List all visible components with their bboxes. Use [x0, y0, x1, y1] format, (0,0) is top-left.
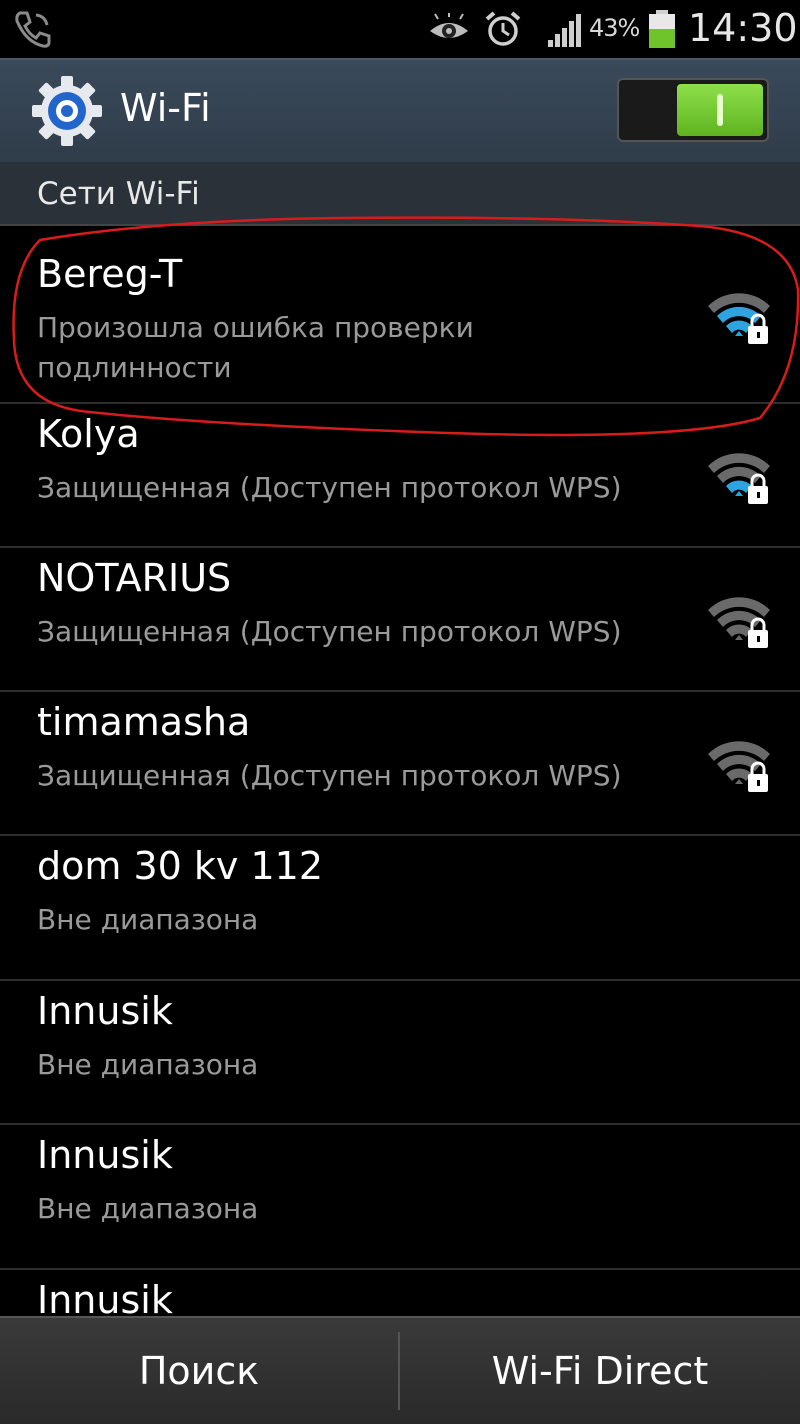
network-status: Вне диапазона	[37, 903, 259, 936]
status-bar: 43% 14:30	[0, 0, 800, 58]
bottom-bar: Поиск Wi-Fi Direct	[0, 1316, 800, 1424]
network-status: Вне диапазона	[37, 1192, 259, 1225]
network-status: Защищенная (Доступен протокол WPS)	[37, 615, 622, 648]
network-item-innusik[interactable]: Innusik Вне диапазона	[0, 1125, 800, 1270]
network-item-innusik[interactable]: Innusik Вне диапазона	[0, 981, 800, 1125]
network-status: Вне диапазона	[37, 1048, 259, 1081]
page-title: Wi-Fi	[120, 86, 211, 130]
section-title: Сети Wi-Fi	[37, 176, 200, 212]
signal-icon	[548, 14, 581, 47]
clock: 14:30	[688, 6, 798, 50]
wifi-toggle[interactable]	[617, 78, 769, 142]
wifi-locked-icon	[708, 293, 770, 344]
network-name: dom 30 kv 112	[37, 844, 324, 888]
network-name: Innusik	[37, 1133, 173, 1177]
action-bar: Wi-Fi	[0, 58, 800, 164]
network-name: timamasha	[37, 700, 251, 744]
eye-icon	[430, 13, 468, 38]
divider	[398, 1332, 400, 1410]
network-status: Защищенная (Доступен протокол WPS)	[37, 759, 622, 792]
alarm-icon	[485, 11, 521, 46]
network-status: Защищенная (Доступен протокол WPS)	[37, 471, 622, 504]
phone-icon	[15, 11, 51, 48]
network-name: Kolya	[37, 412, 140, 456]
network-item-notarius[interactable]: NOTARIUS Защищенная (Доступен протокол W…	[0, 548, 800, 692]
settings-gear-icon[interactable]	[30, 74, 104, 148]
network-item-bereg-t[interactable]: Bereg-T Произошла ошибка проверки подлин…	[0, 224, 800, 404]
toggle-thumb[interactable]	[677, 84, 763, 136]
network-item-kolya[interactable]: Kolya Защищенная (Доступен протокол WPS)	[0, 404, 800, 548]
battery-percent: 43%	[589, 14, 640, 42]
network-name: NOTARIUS	[37, 556, 232, 600]
network-status: подлинности	[37, 351, 232, 384]
network-item-timamasha[interactable]: timamasha Защищенная (Доступен протокол …	[0, 692, 800, 836]
network-list[interactable]: Bereg-T Произошла ошибка проверки подлин…	[0, 224, 800, 1390]
wifi-locked-icon	[708, 597, 770, 648]
search-button[interactable]: Поиск	[0, 1318, 398, 1424]
wifi-locked-icon	[708, 453, 770, 504]
wifi-locked-icon	[708, 741, 770, 792]
wifi-direct-button[interactable]: Wi-Fi Direct	[401, 1318, 799, 1424]
network-status: Произошла ошибка проверки	[37, 311, 474, 344]
section-header: Сети Wi-Fi	[0, 162, 800, 226]
network-item-dom-30-kv-112[interactable]: dom 30 kv 112 Вне диапазона	[0, 836, 800, 981]
network-name: Bereg-T	[37, 252, 183, 296]
network-name: Innusik	[37, 989, 173, 1033]
battery-icon	[649, 10, 675, 48]
